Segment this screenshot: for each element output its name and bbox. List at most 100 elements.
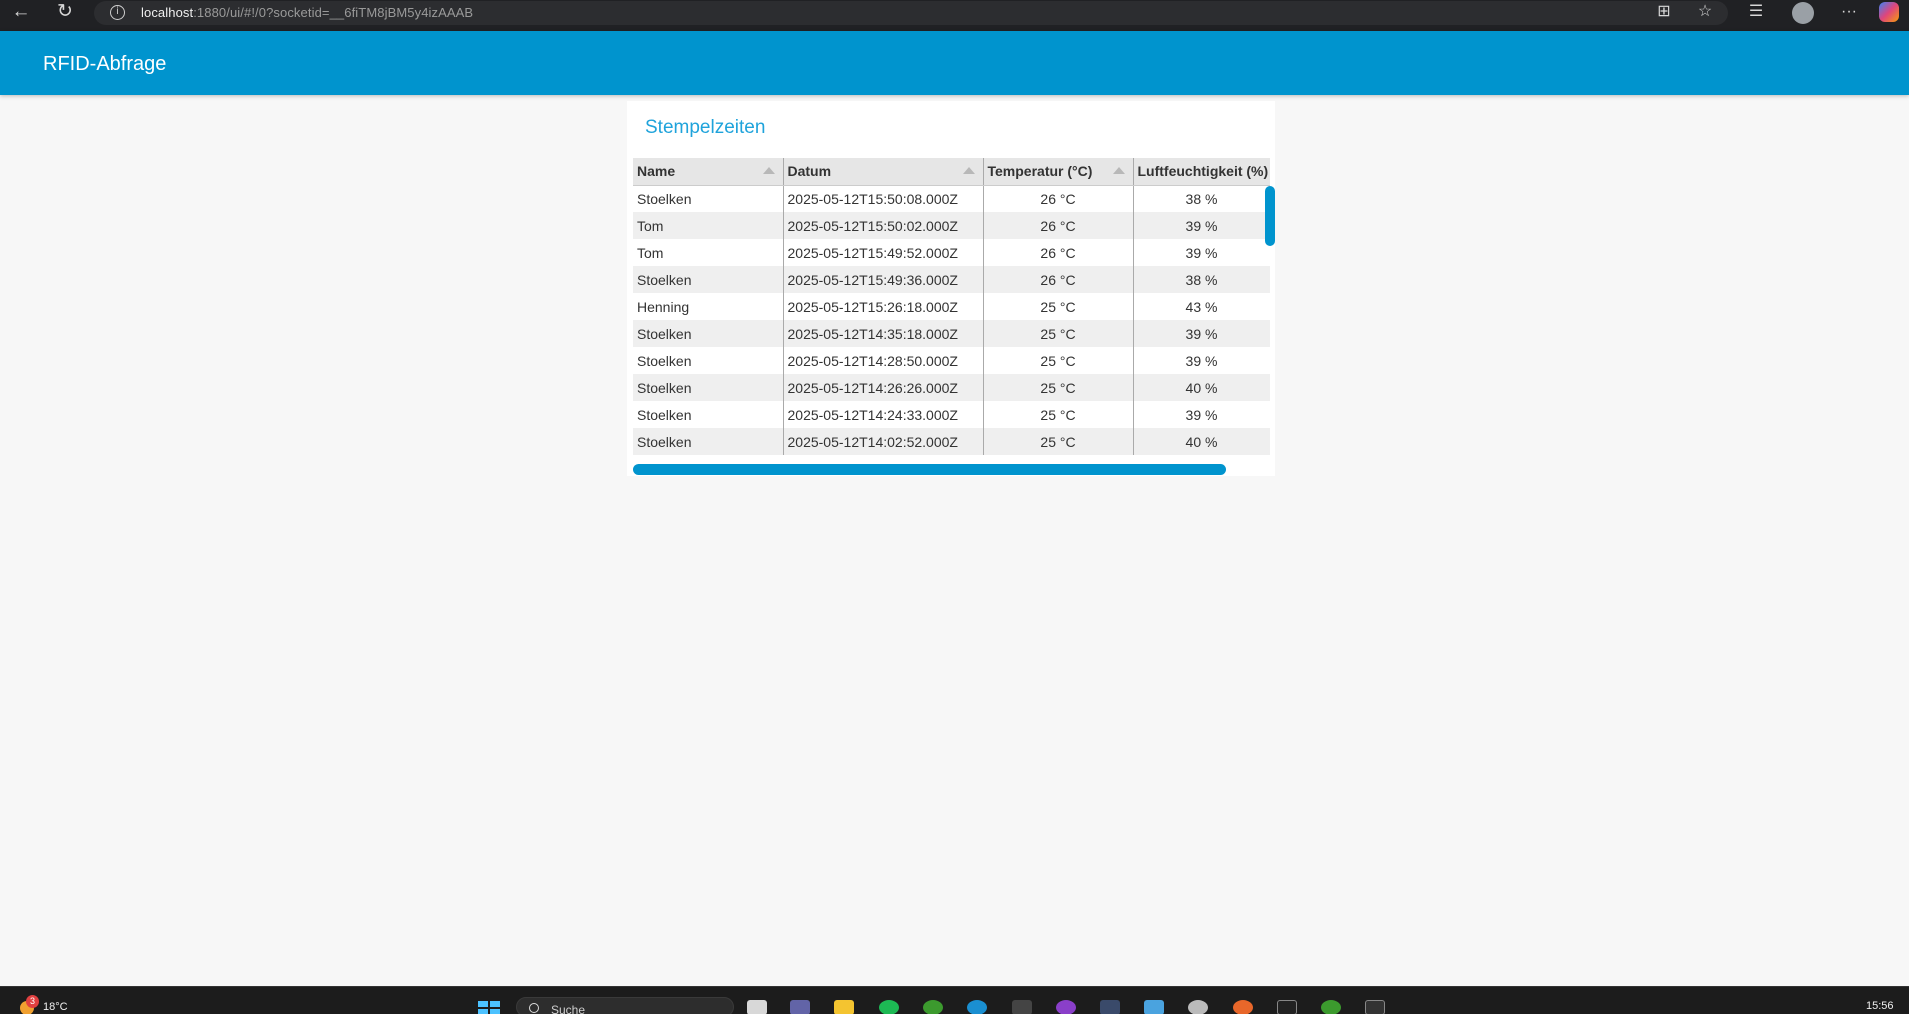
column-header-temperatur[interactable]: Temperatur (°C): [983, 158, 1134, 186]
cell-name: Stoelken: [633, 428, 784, 455]
copilot-icon[interactable]: [1879, 2, 1899, 22]
dashboard-header: RFID-Abfrage: [0, 31, 1909, 95]
cmd-icon[interactable]: [1365, 1000, 1385, 1014]
address-bar[interactable]: i localhost:1880/ui/#!/0?socketid=__6fiT…: [94, 1, 1728, 25]
table-row[interactable]: Stoelken 2025-05-12T14:24:33.000Z 25 °C 39 …: [633, 401, 1270, 428]
sort-arrow-icon[interactable]: [962, 167, 975, 174]
cell-temperatur: 26 °C: [983, 266, 1134, 293]
cell-luftfeuchtigkeit: 39 %: [1133, 320, 1270, 347]
cell-temperatur: 25 °C: [983, 374, 1134, 401]
cell-datum: 2025-05-12T14:35:18.000Z: [783, 320, 984, 347]
cell-datum: 2025-05-12T15:49:52.000Z: [783, 239, 984, 266]
cell-luftfeuchtigkeit: 39 %: [1133, 401, 1270, 428]
browser-toolbar: ← ↻ i localhost:1880/ui/#!/0?socketid=__…: [0, 0, 1909, 31]
cell-datum: 2025-05-12T15:26:18.000Z: [783, 293, 984, 320]
text-icon[interactable]: [1012, 1000, 1032, 1014]
cell-datum: 2025-05-12T15:49:36.000Z: [783, 266, 984, 293]
table-row[interactable]: Stoelken 2025-05-12T14:02:52.000Z 25 °C 40 …: [633, 428, 1270, 455]
search-icon: [529, 1003, 539, 1013]
terminal-icon[interactable]: [1277, 1000, 1297, 1014]
cell-datum: 2025-05-12T15:50:02.000Z: [783, 212, 984, 239]
cell-name: Stoelken: [633, 320, 784, 347]
cell-name: Stoelken: [633, 347, 784, 374]
network-icon[interactable]: [1100, 1000, 1120, 1014]
horizontal-scrollbar[interactable]: [633, 464, 1226, 475]
vertical-scrollbar[interactable]: [1265, 186, 1275, 246]
card-title: Stempelzeiten: [645, 117, 766, 138]
table-row[interactable]: Stoelken 2025-05-12T14:35:18.000Z 25 °C 39 …: [633, 320, 1270, 347]
stempelzeiten-card: Stempelzeiten Name Datum Temperatur (°C)…: [627, 101, 1275, 476]
more-menu-icon[interactable]: ···: [1834, 0, 1864, 26]
cell-temperatur: 25 °C: [983, 320, 1134, 347]
table-header-row: Name Datum Temperatur (°C) Luftfeuchtigk…: [633, 158, 1270, 186]
table-row[interactable]: Tom 2025-05-12T15:49:52.000Z 26 °C 39 %: [633, 239, 1270, 266]
column-header-name[interactable]: Name: [633, 158, 784, 186]
cell-temperatur: 25 °C: [983, 347, 1134, 374]
cell-luftfeuchtigkeit: 38 %: [1133, 266, 1270, 293]
cell-name: Stoelken: [633, 185, 784, 212]
podcast-icon[interactable]: [1056, 1000, 1076, 1014]
temperature-text: 18°C: [43, 1001, 68, 1013]
settings-icon[interactable]: [1188, 1000, 1208, 1014]
cell-name: Stoelken: [633, 266, 784, 293]
cell-luftfeuchtigkeit: 40 %: [1133, 374, 1270, 401]
favorite-star-icon[interactable]: ☆: [1690, 0, 1720, 26]
reload-icon[interactable]: ↻: [47, 0, 83, 26]
column-header-luftfeuchtigkeit[interactable]: Luftfeuchtigkeit (%): [1133, 158, 1270, 186]
cell-temperatur: 25 °C: [983, 428, 1134, 455]
site-info-icon[interactable]: i: [110, 5, 125, 20]
cell-name: Tom: [633, 212, 784, 239]
cell-temperatur: 25 °C: [983, 293, 1134, 320]
file-explorer-icon[interactable]: [747, 1000, 767, 1014]
profile-avatar[interactable]: [1792, 2, 1814, 24]
back-arrow-icon[interactable]: ←: [3, 0, 39, 26]
cell-luftfeuchtigkeit: 40 %: [1133, 428, 1270, 455]
sort-arrow-icon[interactable]: [1112, 167, 1125, 174]
table-row[interactable]: Stoelken 2025-05-12T15:49:36.000Z 26 °C 38 …: [633, 266, 1270, 293]
column-header-datum[interactable]: Datum: [783, 158, 984, 186]
cell-luftfeuchtigkeit: 39 %: [1133, 239, 1270, 266]
table-row[interactable]: Stoelken 2025-05-12T14:26:26.000Z 25 °C 40 …: [633, 374, 1270, 401]
xbox-icon[interactable]: [879, 1000, 899, 1014]
cell-luftfeuchtigkeit: 39 %: [1133, 212, 1270, 239]
cell-luftfeuchtigkeit: 38 %: [1133, 185, 1270, 212]
edge-icon[interactable]: [967, 1000, 987, 1014]
git-icon[interactable]: [1233, 1000, 1253, 1014]
table-row[interactable]: Tom 2025-05-12T15:50:02.000Z 26 °C 39 %: [633, 212, 1270, 239]
teams-icon[interactable]: [790, 1000, 810, 1014]
cell-datum: 2025-05-12T14:28:50.000Z: [783, 347, 984, 374]
cell-datum: 2025-05-12T14:24:33.000Z: [783, 401, 984, 428]
url-text: localhost:1880/ui/#!/0?socketid=__6fiTM8…: [141, 5, 474, 20]
start-icon[interactable]: [478, 1001, 500, 1014]
windows-taskbar: 3 18°C Suche 15:56: [0, 986, 1909, 1014]
cell-temperatur: 26 °C: [983, 185, 1134, 212]
cell-temperatur: 26 °C: [983, 239, 1134, 266]
table-row[interactable]: Stoelken 2025-05-12T14:28:50.000Z 25 °C 39 …: [633, 347, 1270, 374]
page-title: RFID-Abfrage: [43, 53, 167, 75]
cell-name: Stoelken: [633, 374, 784, 401]
notepad-icon[interactable]: [1144, 1000, 1164, 1014]
node-red-icon-2[interactable]: [1321, 1000, 1341, 1014]
cell-temperatur: 26 °C: [983, 212, 1134, 239]
cell-datum: 2025-05-12T14:02:52.000Z: [783, 428, 984, 455]
folder-icon[interactable]: [834, 1000, 854, 1014]
notification-badge: 3: [26, 995, 39, 1008]
favorites-list-icon[interactable]: ☰: [1741, 0, 1771, 26]
cell-datum: 2025-05-12T14:26:26.000Z: [783, 374, 984, 401]
table-row[interactable]: Henning 2025-05-12T15:26:18.000Z 25 °C 43 %: [633, 293, 1270, 320]
app-available-icon[interactable]: ⊞: [1649, 0, 1679, 26]
node-red-icon[interactable]: [923, 1000, 943, 1014]
sort-arrow-icon[interactable]: [762, 167, 775, 174]
cell-name: Tom: [633, 239, 784, 266]
weather-icon[interactable]: 3: [20, 995, 39, 1014]
cell-luftfeuchtigkeit: 39 %: [1133, 347, 1270, 374]
table-row[interactable]: Stoelken 2025-05-12T15:50:08.000Z 26 °C 38 …: [633, 185, 1270, 212]
cell-datum: 2025-05-12T15:50:08.000Z: [783, 185, 984, 212]
stempelzeiten-table: Name Datum Temperatur (°C) Luftfeuchtigk…: [633, 158, 1270, 455]
taskbar-clock: 15:56: [1866, 1000, 1894, 1012]
taskbar-search-input[interactable]: Suche: [516, 997, 734, 1014]
table-container[interactable]: Name Datum Temperatur (°C) Luftfeuchtigk…: [633, 158, 1270, 458]
cell-name: Henning: [633, 293, 784, 320]
cell-temperatur: 25 °C: [983, 401, 1134, 428]
cell-luftfeuchtigkeit: 43 %: [1133, 293, 1270, 320]
